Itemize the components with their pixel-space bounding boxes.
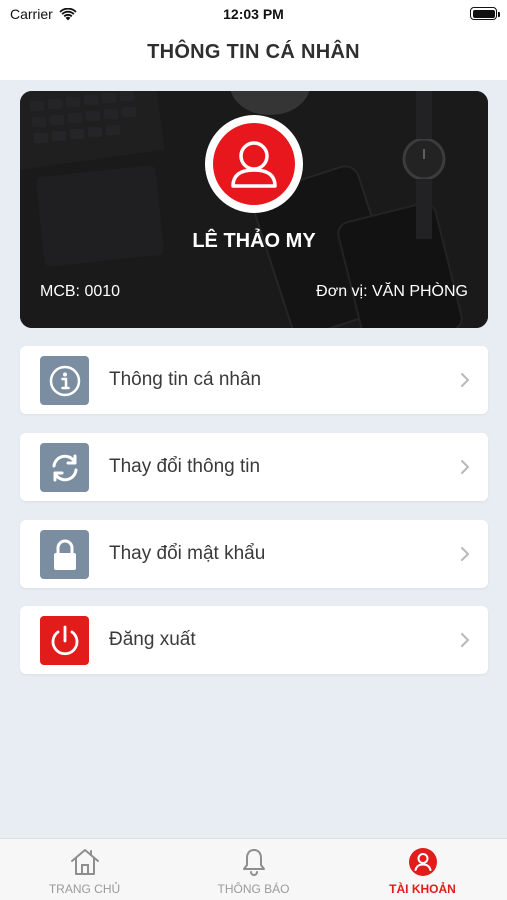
chevron-right-icon	[461, 460, 469, 474]
status-time: 12:03 PM	[223, 6, 284, 22]
profile-card: LÊ THẢO MY MCB: 0010 Đơn vị: VĂN PHÒNG	[20, 91, 488, 328]
menu-item-label: Thay đổi mật khẩu	[109, 543, 266, 564]
menu-item-label: Đăng xuất	[109, 629, 196, 650]
profile-name: LÊ THẢO MY	[192, 230, 316, 252]
user-avatar-icon	[213, 123, 295, 205]
menu-item-change-info[interactable]: Thay đổi thông tin	[20, 433, 488, 501]
home-icon	[70, 849, 99, 875]
power-icon	[40, 616, 89, 665]
menu-item-change-password[interactable]: Thay đổi mật khẩu	[20, 520, 488, 588]
bell-icon	[242, 849, 265, 876]
chevron-right-icon	[461, 547, 469, 561]
profile-unit: Đơn vị: VĂN PHÒNG	[316, 283, 468, 300]
status-bar: Carrier 12:03 PM	[0, 0, 507, 30]
chevron-right-icon	[461, 373, 469, 387]
tab-home[interactable]: TRANG CHỦ	[0, 839, 169, 900]
tab-label: TÀI KHOẢN	[389, 882, 456, 896]
menu-item-personal-info[interactable]: Thông tin cá nhân	[20, 346, 488, 414]
info-icon	[40, 356, 89, 405]
user-icon	[408, 848, 437, 876]
tab-notifications[interactable]: THÔNG BÁO	[169, 839, 338, 900]
chevron-right-icon	[461, 633, 469, 647]
sync-icon	[40, 443, 89, 492]
battery-icon	[470, 7, 500, 20]
menu-item-label: Thay đổi thông tin	[109, 456, 261, 477]
lock-icon	[40, 530, 89, 579]
tab-label: THÔNG BÁO	[217, 882, 290, 896]
menu-item-label: Thông tin cá nhân	[109, 369, 262, 390]
menu-item-logout[interactable]: Đăng xuất	[20, 606, 488, 674]
tab-label: TRANG CHỦ	[48, 882, 121, 896]
tab-bar: TRANG CHỦ THÔNG BÁO TÀI KHOẢN	[0, 838, 507, 900]
tab-account[interactable]: TÀI KHOẢN	[338, 839, 507, 900]
profile-code: MCB: 0010	[40, 283, 121, 300]
page-title: THÔNG TIN CÁ NHÂN	[0, 30, 507, 80]
avatar[interactable]	[205, 115, 303, 213]
